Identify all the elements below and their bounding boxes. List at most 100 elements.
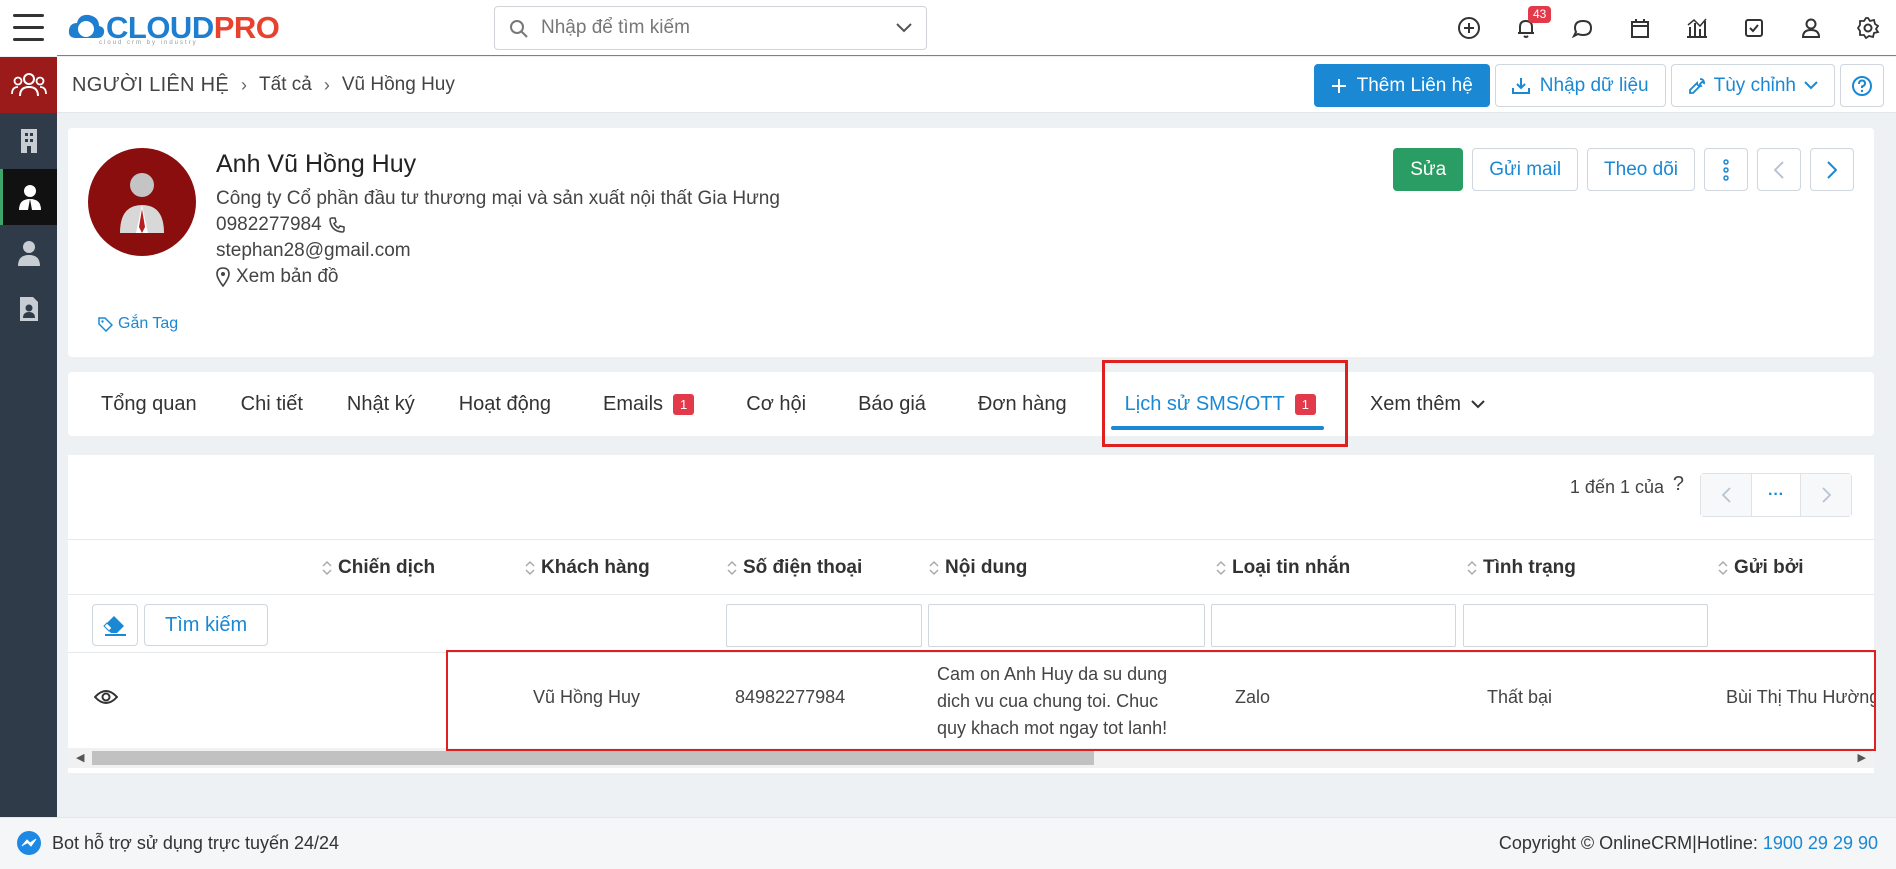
tab-orders[interactable]: Đơn hàng [956, 372, 1097, 436]
tab-log[interactable]: Nhật ký [325, 372, 437, 436]
reports-button[interactable] [1668, 0, 1725, 56]
tab-overview[interactable]: Tổng quan [68, 372, 219, 436]
contact-email: stephan28@gmail.com [216, 240, 411, 262]
sidebar-item-documents[interactable] [0, 281, 57, 337]
more-actions-button[interactable] [1704, 148, 1748, 191]
column-header-status[interactable]: Tình trạng [1467, 540, 1576, 596]
notification-count-badge: 43 [1528, 6, 1552, 23]
profile-actions: Sửa Gửi mail Theo dõi [1393, 148, 1854, 191]
calendar-button[interactable] [1611, 0, 1668, 56]
sidebar-item-leads[interactable] [0, 225, 57, 281]
column-label: Gửi bởi [1734, 557, 1804, 578]
breadcrumb-current: Vũ Hồng Huy [341, 74, 455, 95]
footer: Bot hỗ trợ sử dụng trực tuyến 24/24 Copy… [0, 817, 1896, 869]
pager-more-button[interactable]: ··· [1751, 474, 1801, 516]
hamburger-icon [13, 14, 44, 17]
tab-emails[interactable]: Emails 1 [581, 372, 724, 436]
sort-icon [322, 560, 332, 576]
table-header: Chiến dịch Khách hàng Số điện thoại Nội … [68, 539, 1874, 595]
column-header-phone[interactable]: Số điện thoại [727, 540, 862, 596]
horizontal-scrollbar[interactable]: ◀ ▶ [68, 748, 1874, 768]
email-text[interactable]: stephan28@gmail.com [216, 240, 411, 262]
import-data-label: Nhập dữ liệu [1539, 74, 1649, 96]
tab-label: Xem thêm [1369, 392, 1462, 415]
company-text: Công ty Cổ phần đầu tư thương mại và sản… [216, 188, 780, 209]
send-mail-button[interactable]: Gửi mail [1472, 148, 1579, 191]
column-header-content[interactable]: Nội dung [929, 540, 1027, 596]
tab-opportunities[interactable]: Cơ hội [724, 372, 836, 436]
clear-filter-button[interactable] [92, 604, 138, 646]
breadcrumb-bar: NGƯỜI LIÊN HỆ › Tất cả › Vũ Hồng Huy Thê… [57, 57, 1896, 113]
search-input[interactable] [541, 17, 871, 39]
chevron-left-icon [1721, 487, 1731, 503]
import-data-button[interactable]: Nhập dữ liệu [1494, 64, 1666, 107]
profile-button[interactable] [1782, 0, 1839, 56]
tab-quotes[interactable]: Báo giá [836, 372, 956, 436]
contact-person-icon [19, 185, 41, 210]
column-header-campaign[interactable]: Chiến dịch [322, 540, 435, 596]
users-group-icon [10, 73, 47, 97]
follow-button[interactable]: Theo dõi [1587, 148, 1695, 191]
view-eye-icon[interactable] [94, 688, 118, 706]
chevron-right-icon [1827, 160, 1837, 179]
content-filter-input[interactable] [928, 604, 1205, 647]
edit-button[interactable]: Sửa [1393, 148, 1464, 191]
add-contact-button[interactable]: Thêm Liên hệ [1313, 64, 1490, 107]
help-button[interactable] [1840, 64, 1884, 107]
column-header-customer[interactable]: Khách hàng [525, 540, 650, 596]
support-bot-link[interactable]: Bot hỗ trợ sử dụng trực tuyến 24/24 [16, 830, 339, 856]
breadcrumb-root[interactable]: NGƯỜI LIÊN HỆ [72, 74, 229, 97]
messenger-icon [17, 831, 41, 855]
breadcrumb-all[interactable]: Tất cả [259, 74, 312, 96]
highlight-box-tab [1102, 360, 1348, 447]
view-map-link[interactable]: Xem bản đồ [216, 266, 338, 288]
chat-button[interactable] [1554, 0, 1611, 56]
tab-details[interactable]: Chi tiết [219, 372, 325, 436]
status-filter-input[interactable] [1463, 604, 1708, 647]
notifications-button[interactable]: 43 [1497, 0, 1554, 56]
next-record-button[interactable] [1810, 148, 1854, 191]
page-actions: Thêm Liên hệ Nhập dữ liệu Tùy chỉnh [1313, 64, 1884, 107]
settings-button[interactable] [1839, 0, 1896, 56]
add-new-button[interactable] [1440, 0, 1497, 56]
menu-toggle-button[interactable] [0, 0, 57, 56]
plus-icon [1331, 78, 1346, 93]
phone-filter-input[interactable] [726, 604, 922, 647]
checkbox-icon [1744, 19, 1763, 37]
sidebar-item-organizations[interactable] [0, 113, 57, 169]
scrollbar-thumb[interactable] [92, 751, 1094, 765]
logo[interactable]: CLOUDPRO cloud crm by industry [66, 4, 280, 52]
global-search[interactable] [494, 6, 927, 50]
hotline-link[interactable]: 1900 29 29 90 [1763, 833, 1878, 853]
tab-more[interactable]: Xem thêm [1338, 372, 1507, 436]
message-type-filter-input[interactable] [1211, 604, 1456, 647]
copyright: Copyright © OnlineCRM|Hotline: 1900 29 2… [1499, 833, 1878, 854]
customize-dropdown[interactable]: Tùy chỉnh [1670, 64, 1835, 107]
chevron-left-icon [1774, 160, 1784, 179]
tasks-button[interactable] [1725, 0, 1782, 56]
tab-activities[interactable]: Hoạt động [437, 372, 581, 436]
assign-tag-link[interactable]: Gắn Tag [98, 315, 178, 333]
phone-text: 0982277984 [216, 214, 322, 235]
chevron-down-icon[interactable] [896, 23, 912, 33]
pager-prev-button[interactable] [1701, 474, 1751, 516]
pager-help-icon[interactable]: ? [1673, 473, 1684, 496]
sort-icon [1718, 560, 1728, 576]
column-label: Số điện thoại [743, 557, 863, 578]
sidebar-item-contacts[interactable] [0, 169, 57, 225]
phone-icon[interactable] [328, 216, 346, 234]
column-header-message-type[interactable]: Loại tin nhắn [1216, 540, 1350, 596]
gear-icon [1856, 17, 1879, 40]
tab-label: Chi tiết [240, 392, 303, 415]
pager-summary: 1 đến 1 của [1569, 477, 1664, 497]
scroll-left-icon[interactable]: ◀ [76, 751, 84, 764]
map-link-text: Xem bản đồ [236, 266, 339, 287]
user-icon [1801, 18, 1820, 38]
scroll-right-icon[interactable]: ▶ [1858, 751, 1866, 764]
previous-record-button[interactable] [1757, 148, 1801, 191]
pager-next-button[interactable] [1801, 474, 1851, 516]
sidebar-item-customers[interactable] [0, 57, 57, 113]
column-header-sent-by[interactable]: Gửi bởi [1718, 540, 1804, 596]
more-vertical-icon [1723, 158, 1729, 181]
search-button[interactable]: Tìm kiếm [144, 604, 269, 646]
